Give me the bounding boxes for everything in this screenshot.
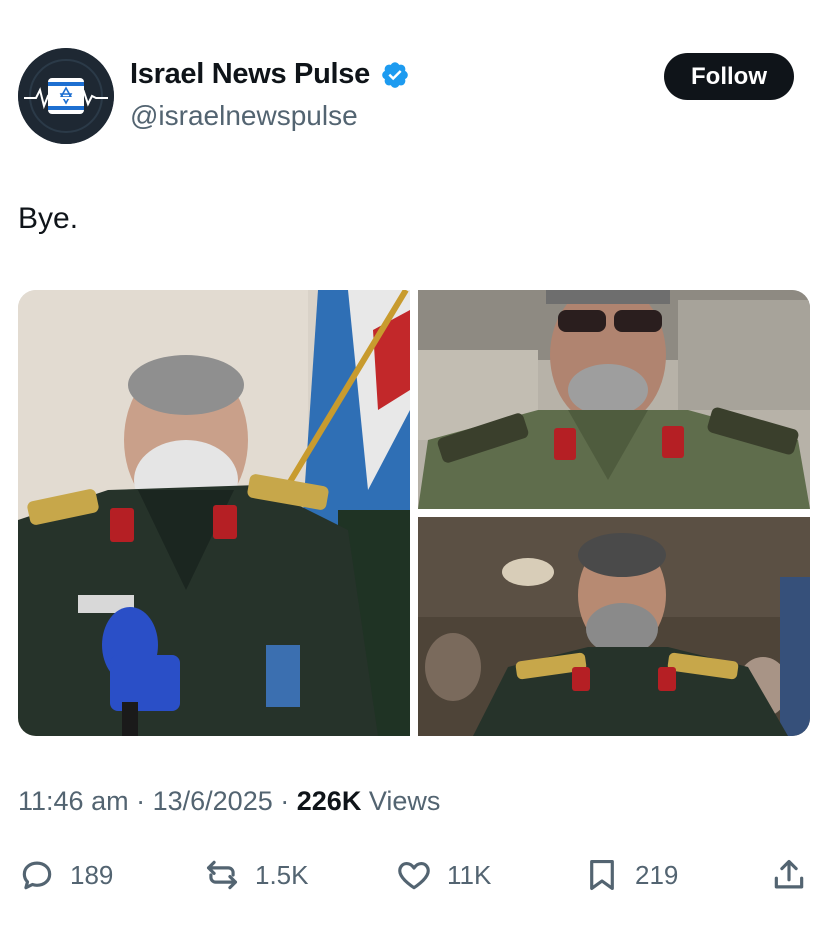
media-photo-3[interactable] [418,517,810,736]
like-button[interactable]: 11K [395,850,491,900]
follow-button[interactable]: Follow [664,53,794,100]
repost-button[interactable]: 1.5K [203,850,309,900]
like-icon [398,862,430,890]
reply-count: 189 [70,859,114,890]
author-name-row: Israel News Pulse [130,58,410,91]
media-grid [18,290,810,736]
like-count: 11K [447,859,492,890]
bookmark-button[interactable]: 219 [583,850,678,900]
tweet-text: Bye. [18,202,79,235]
media-photo-1[interactable] [18,290,410,736]
meta-separator: · [136,786,146,816]
israel-news-pulse-logo [18,48,114,144]
action-bar: 189 1.5K 11K 219 [0,850,828,900]
share-button[interactable] [770,850,808,900]
author-display-name[interactable]: Israel News Pulse [130,58,370,91]
bookmark-icon [590,859,614,891]
views-label: Views [368,786,441,816]
photo-commander-seated [418,517,810,736]
tweet-time[interactable]: 11:46 am [18,786,129,816]
share-icon [774,859,804,889]
repost-icon [206,860,238,890]
bookmark-count: 219 [635,859,679,890]
media-photo-2[interactable] [418,290,810,509]
photo-commander-microphone [18,290,410,736]
tweet-view: Israel News Pulse @israelnewspulse Follo… [0,0,828,946]
meta-separator: · [280,786,290,816]
photo-commander-sunglasses [418,290,810,509]
views-count: 226K [296,786,362,816]
repost-count: 1.5K [255,859,309,890]
reply-button[interactable]: 189 [18,850,113,900]
tweet-date[interactable]: 13/6/2025 [153,786,273,816]
reply-icon [22,861,52,890]
author-avatar[interactable] [18,48,114,144]
tweet-meta: 11:46 am · 13/6/2025 · 226K Views [18,786,440,817]
author-handle[interactable]: @israelnewspulse [130,100,358,132]
verified-badge-icon [382,61,408,88]
